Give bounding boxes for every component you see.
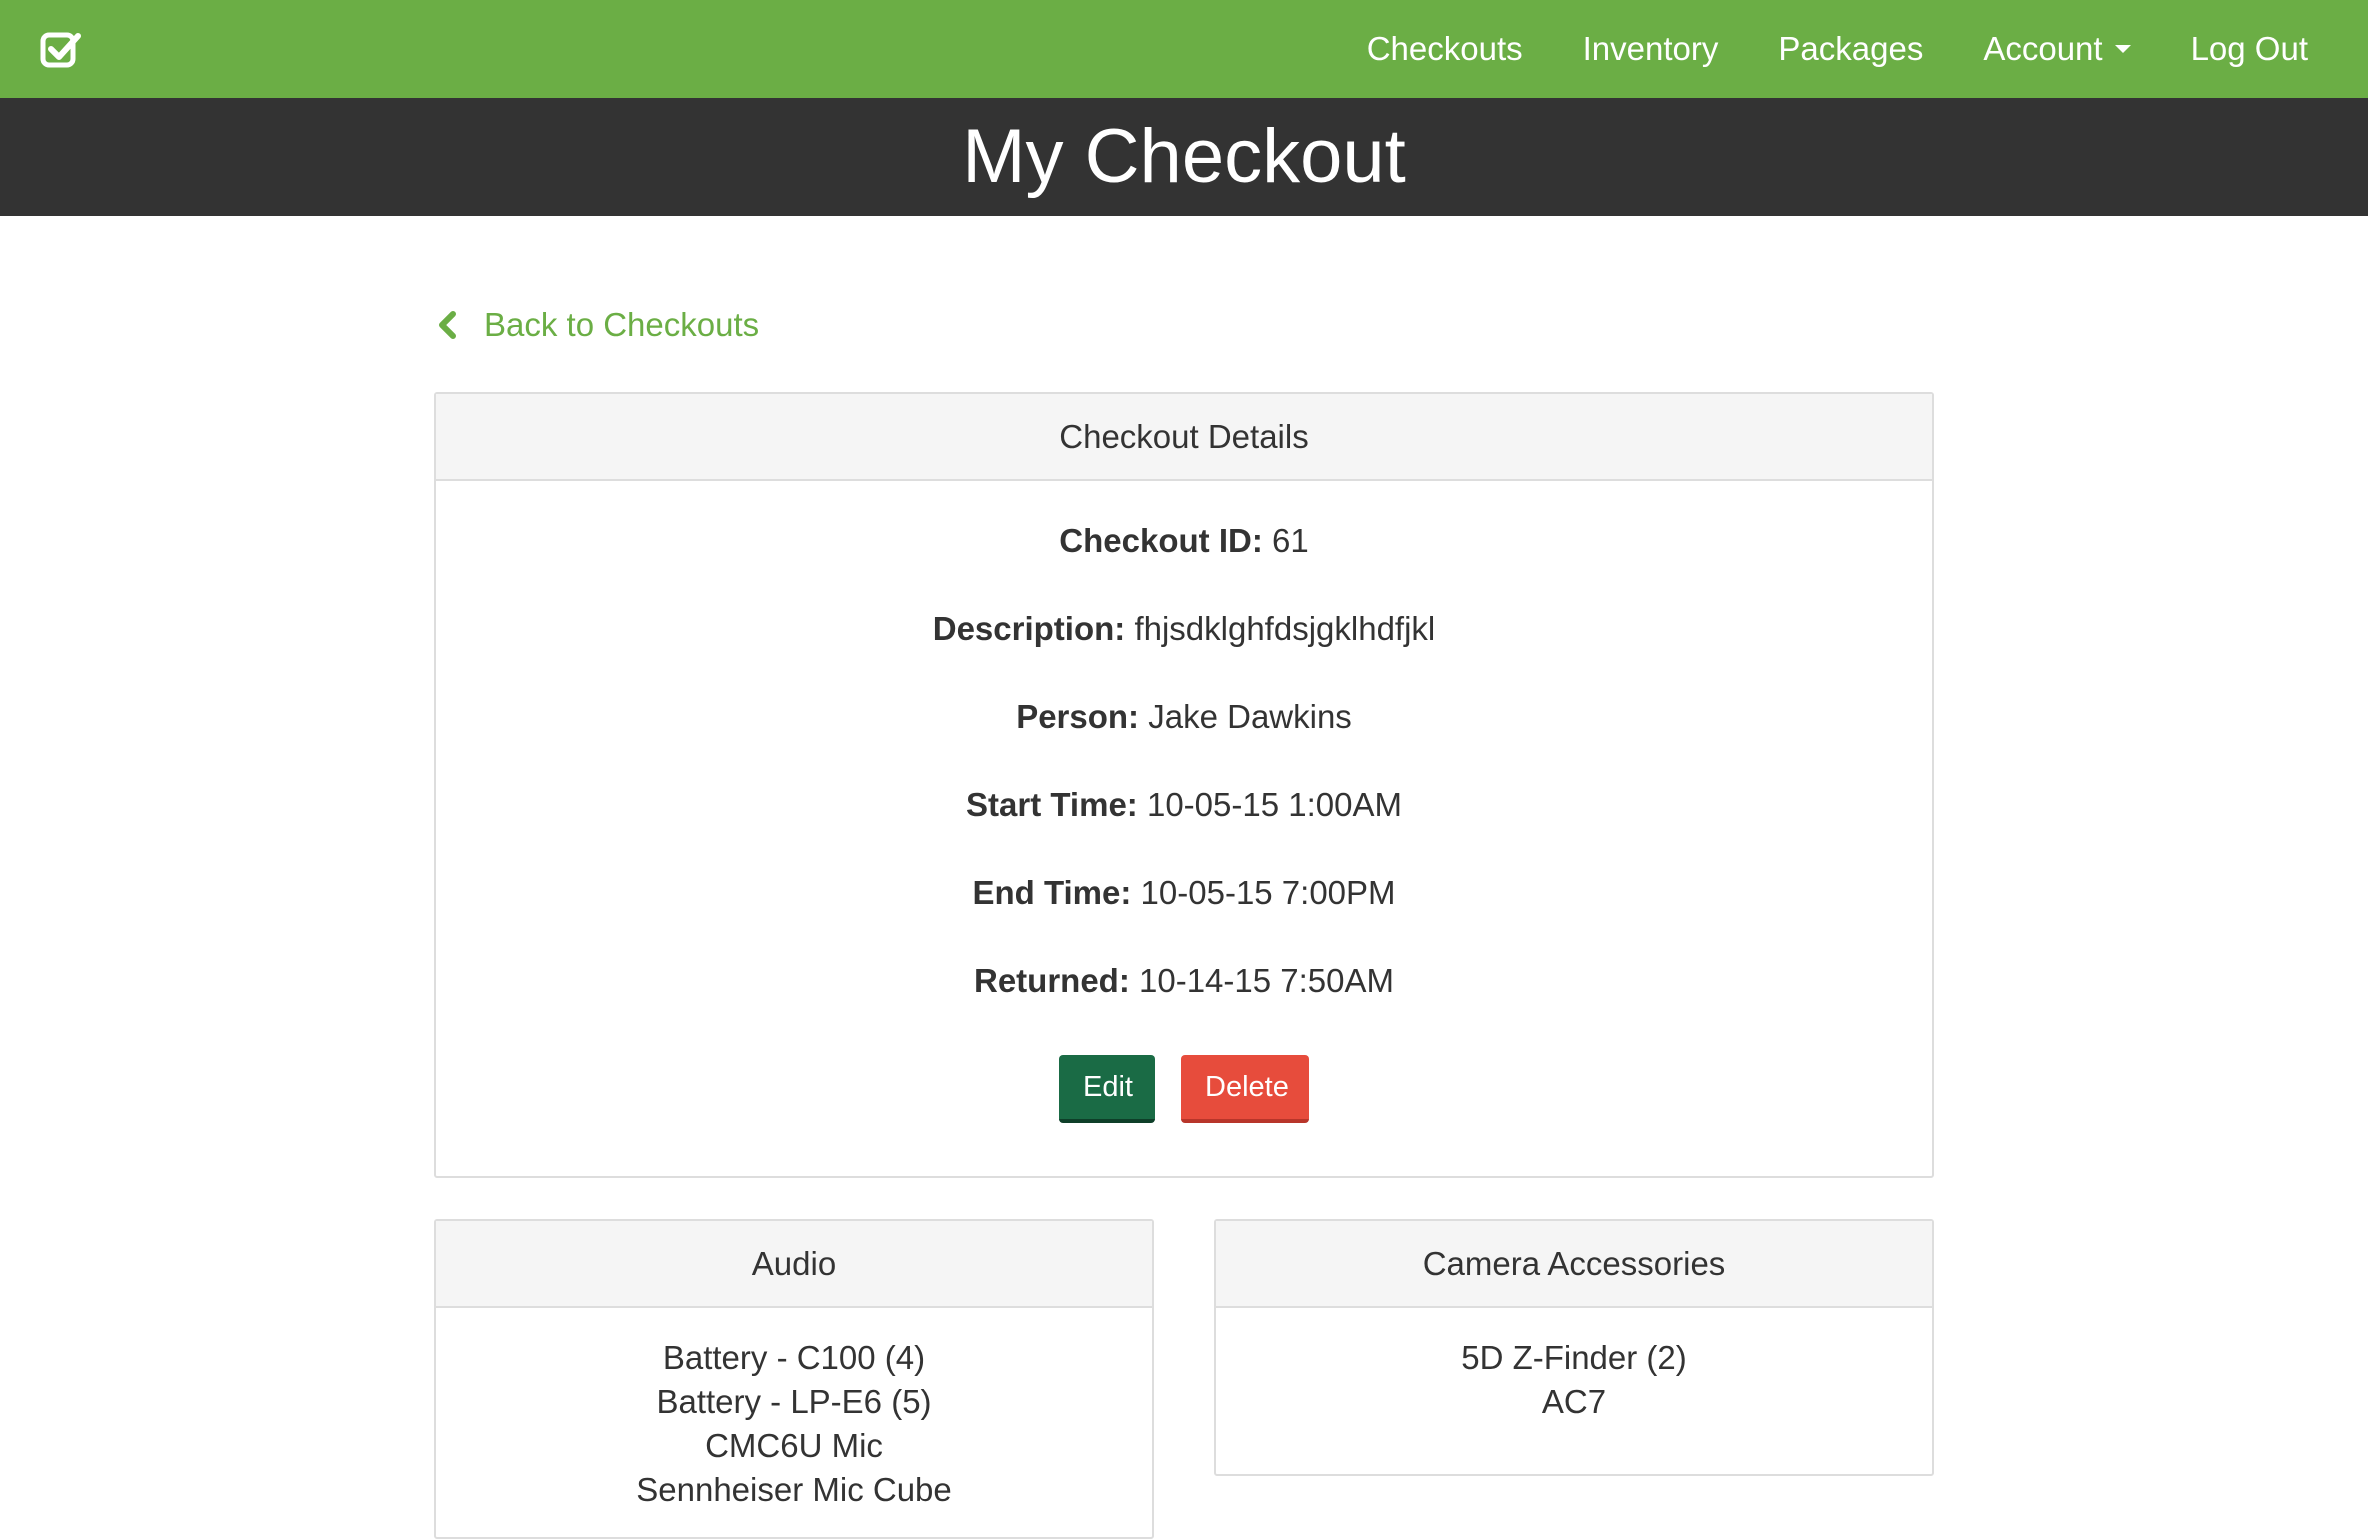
list-item: CMC6U Mic bbox=[705, 1427, 883, 1464]
nav-packages[interactable]: Packages bbox=[1778, 30, 1923, 68]
title-band: My Checkout bbox=[0, 98, 2368, 216]
panel-heading: Camera Accessories bbox=[1216, 1221, 1932, 1308]
list-item: Sennheiser Mic Cube bbox=[636, 1471, 952, 1508]
caret-down-icon bbox=[2114, 45, 2131, 53]
detail-label: Person: bbox=[1016, 698, 1140, 735]
chevron-left-icon bbox=[439, 311, 456, 339]
back-link-label: Back to Checkouts bbox=[484, 306, 760, 343]
detail-value: 10-05-15 1:00AM bbox=[1146, 786, 1402, 823]
detail-description: Description: fhjsdklghfdsjgklhdfjkl bbox=[436, 599, 1932, 687]
top-navbar: Checkouts Inventory Packages Account Log… bbox=[0, 0, 2368, 98]
detail-person: Person: Jake Dawkins bbox=[436, 687, 1932, 775]
detail-checkout-id: Checkout ID: 61 bbox=[436, 511, 1932, 599]
detail-label: End Time: bbox=[972, 874, 1132, 911]
list-item: AC7 bbox=[1541, 1383, 1607, 1420]
detail-returned: Returned: 10-14-15 7:50AM bbox=[436, 951, 1932, 1039]
audio-item-list: Battery - C100 (4) Battery - LP-E6 (5) C… bbox=[436, 1308, 1152, 1512]
nav-inventory[interactable]: Inventory bbox=[1583, 30, 1719, 68]
camera-item-list: 5D Z-Finder (2) AC7 bbox=[1216, 1308, 1932, 1424]
nav-links: Checkouts Inventory Packages Account Log… bbox=[1367, 0, 2308, 98]
detail-start-time: Start Time: 10-05-15 1:00AM bbox=[436, 775, 1932, 863]
detail-label: Start Time: bbox=[966, 786, 1138, 823]
nav-logout[interactable]: Log Out bbox=[2191, 30, 2308, 68]
action-buttons: Edit Delete bbox=[436, 1055, 1932, 1123]
nav-account-dropdown[interactable]: Account bbox=[1983, 30, 2131, 68]
list-item: Battery - C100 (4) bbox=[662, 1339, 926, 1376]
nav-account-label: Account bbox=[1983, 30, 2103, 67]
list-item: 5D Z-Finder (2) bbox=[1461, 1339, 1687, 1376]
detail-label: Checkout ID: bbox=[1059, 522, 1263, 559]
detail-value: Jake Dawkins bbox=[1148, 698, 1352, 735]
nav-checkouts[interactable]: Checkouts bbox=[1367, 30, 1523, 68]
edit-button[interactable]: Edit bbox=[1059, 1055, 1155, 1123]
detail-value: 61 bbox=[1271, 522, 1309, 559]
detail-value: 10-05-15 7:00PM bbox=[1140, 874, 1396, 911]
panel-heading: Checkout Details bbox=[436, 394, 1932, 481]
details-body: Checkout ID: 61 Description: fhjsdklghfd… bbox=[436, 481, 1932, 1123]
detail-value: fhjsdklghfdsjgklhdfjkl bbox=[1134, 610, 1436, 647]
detail-value: 10-14-15 7:50AM bbox=[1139, 962, 1394, 999]
page-title: My Checkout bbox=[962, 114, 1406, 199]
checkout-details-panel: Checkout Details Checkout ID: 61 Descrip… bbox=[434, 392, 1934, 1178]
audio-panel: Audio Battery - C100 (4) Battery - LP-E6… bbox=[434, 1219, 1154, 1539]
detail-end-time: End Time: 10-05-15 7:00PM bbox=[436, 863, 1932, 951]
detail-label: Description: bbox=[932, 610, 1126, 647]
back-to-checkouts-link[interactable]: Back to Checkouts bbox=[436, 300, 759, 350]
detail-label: Returned: bbox=[973, 962, 1130, 999]
panel-heading: Audio bbox=[436, 1221, 1152, 1308]
list-item: Battery - LP-E6 (5) bbox=[656, 1383, 932, 1420]
checkbox-check-icon[interactable] bbox=[40, 30, 82, 70]
delete-button[interactable]: Delete bbox=[1181, 1055, 1309, 1123]
camera-accessories-panel: Camera Accessories 5D Z-Finder (2) AC7 bbox=[1214, 1219, 1934, 1476]
